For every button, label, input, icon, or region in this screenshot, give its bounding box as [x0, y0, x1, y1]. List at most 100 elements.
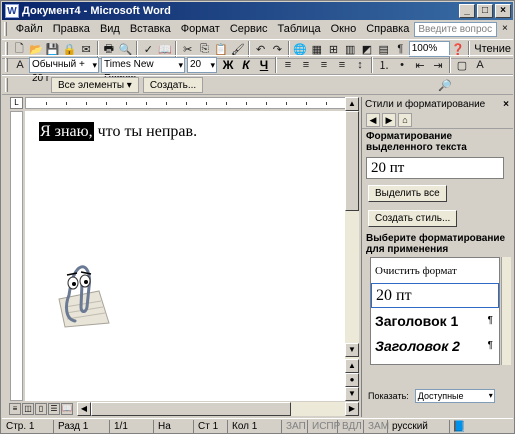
show-row: Показать: Доступные: [368, 389, 495, 403]
reading-view-icon[interactable]: 📖: [61, 403, 73, 415]
styles-task-pane: Стили и форматирование × ◀ ▶ ⌂ Форматиро…: [361, 97, 513, 417]
borders-icon[interactable]: ▢: [454, 57, 470, 73]
status-at[interactable]: На 2см: [154, 419, 194, 434]
italic-button[interactable]: К: [237, 57, 255, 73]
scroll-left-icon[interactable]: ◀: [77, 402, 91, 416]
align-center-icon[interactable]: ≡: [298, 57, 314, 73]
show-elements-combo[interactable]: Все элементы ▾: [51, 77, 139, 93]
horizontal-ruler[interactable]: [25, 97, 356, 109]
web-layout-icon[interactable]: ◫: [22, 403, 34, 415]
select-browse-object-icon[interactable]: ●: [345, 373, 359, 387]
menu-help[interactable]: Справка: [361, 23, 414, 35]
task-pane-header[interactable]: Стили и форматирование ×: [362, 97, 513, 111]
bold-button[interactable]: Ж: [219, 57, 237, 73]
font-combo[interactable]: Times New Roman: [101, 57, 185, 84]
show-combo[interactable]: Доступные: [414, 389, 495, 403]
align-left-icon[interactable]: ≡: [280, 57, 296, 73]
select-all-button[interactable]: Выделить все: [368, 185, 447, 202]
justify-icon[interactable]: ≡: [334, 57, 350, 73]
bullets-icon[interactable]: •: [394, 57, 410, 73]
help-question-input[interactable]: Введите вопрос: [414, 21, 497, 37]
line-spacing-icon[interactable]: ↕: [352, 57, 368, 73]
style-item-clear-formatting[interactable]: Очистить формат: [371, 258, 499, 283]
numbering-icon[interactable]: ⒈: [376, 57, 392, 73]
align-right-icon[interactable]: ≡: [316, 57, 332, 73]
h-scroll-thumb[interactable]: [91, 402, 291, 416]
decrease-indent-icon[interactable]: ⇤: [412, 57, 428, 73]
styles-pane-icon[interactable]: A: [12, 57, 28, 73]
toolbar-grip[interactable]: [5, 78, 8, 92]
formatting-toolbar: A Обычный + 20 г Times New Roman 20 Ж К …: [2, 55, 513, 84]
current-format-box[interactable]: 20 пт: [366, 157, 504, 179]
tab-selector[interactable]: L: [10, 97, 23, 109]
horizontal-scrollbar[interactable]: ◀ ▶: [77, 402, 359, 416]
document-paragraph[interactable]: Я знаю, что ты неправ.: [39, 122, 197, 141]
forward-icon[interactable]: ▶: [382, 113, 396, 127]
previous-page-icon[interactable]: ▲: [345, 359, 359, 373]
scroll-down-icon[interactable]: ▼: [345, 343, 359, 357]
next-page-icon[interactable]: ▼: [345, 387, 359, 401]
status-trk[interactable]: ИСПР: [308, 419, 340, 433]
spelling-status-icon[interactable]: 📘: [451, 418, 467, 434]
status-ext[interactable]: ВДЛ: [338, 419, 364, 433]
document-close-icon[interactable]: ×: [500, 23, 510, 36]
close-button[interactable]: ×: [495, 4, 511, 18]
menu-window[interactable]: Окно: [326, 23, 362, 35]
home-icon[interactable]: ⌂: [398, 113, 412, 127]
document-page[interactable]: Я знаю, что ты неправ.: [25, 111, 345, 401]
ruler-tick: [46, 102, 47, 105]
menu-insert[interactable]: Вставка: [125, 23, 176, 35]
menu-grip[interactable]: [4, 22, 7, 36]
word-app-icon[interactable]: W: [5, 4, 19, 18]
menu-format[interactable]: Формат: [176, 23, 225, 35]
reading-layout-button[interactable]: Чтение: [472, 43, 513, 55]
back-icon[interactable]: ◀: [366, 113, 380, 127]
status-ovr[interactable]: ЗАМ: [364, 419, 389, 433]
document-text[interactable]: что ты неправ.: [94, 123, 197, 140]
status-page[interactable]: Стр. 1: [2, 419, 54, 433]
vertical-ruler[interactable]: [10, 111, 23, 401]
scroll-thumb[interactable]: [345, 111, 359, 211]
font-size-combo[interactable]: 20: [187, 57, 217, 73]
new-style-button[interactable]: Создать стиль...: [368, 210, 458, 227]
style-combo[interactable]: Обычный + 20 г: [29, 57, 99, 84]
outline-view-icon[interactable]: ☰: [48, 403, 60, 415]
menu-table[interactable]: Таблица: [272, 23, 325, 35]
menu-view[interactable]: Вид: [95, 23, 125, 35]
status-section[interactable]: Разд 1: [54, 419, 110, 433]
normal-view-icon[interactable]: ≡: [9, 403, 21, 415]
toolbar-grip[interactable]: [5, 42, 8, 56]
increase-indent-icon[interactable]: ⇥: [430, 57, 446, 73]
minimize-button[interactable]: _: [459, 4, 475, 18]
office-assistant-clippy-icon[interactable]: [51, 261, 111, 331]
style-item-heading-2[interactable]: Заголовок 2 ¶: [371, 333, 499, 358]
ruler-tick: [226, 102, 227, 105]
style-label: 20 пт: [376, 286, 412, 304]
scroll-right-icon[interactable]: ▶: [345, 402, 359, 416]
title-bar[interactable]: W Документ4 - Microsoft Word _ □ ×: [2, 2, 513, 20]
maximize-button[interactable]: □: [477, 4, 493, 18]
scroll-up-icon[interactable]: ▲: [345, 97, 359, 111]
research-pane-icon[interactable]: 🔎: [437, 77, 453, 93]
task-pane-close-icon[interactable]: ×: [503, 99, 509, 110]
underline-button[interactable]: Ч: [255, 57, 273, 73]
status-column[interactable]: Кол 1: [228, 419, 282, 433]
style-list[interactable]: Очистить формат 20 пт Заголовок 1 ¶ Заго…: [370, 257, 500, 365]
toolbar-grip[interactable]: [5, 58, 8, 72]
menu-edit[interactable]: Правка: [48, 23, 95, 35]
menu-tools[interactable]: Сервис: [225, 23, 273, 35]
selected-text[interactable]: Я знаю,: [39, 122, 94, 141]
status-rec[interactable]: ЗАП: [282, 419, 308, 433]
status-pages[interactable]: 1/1: [110, 419, 154, 433]
create-combo[interactable]: Создать...: [142, 77, 204, 93]
print-layout-icon[interactable]: ▯: [35, 403, 47, 415]
style-list-scrollbar[interactable]: [501, 257, 511, 365]
style-item-heading-1[interactable]: Заголовок 1 ¶: [371, 308, 499, 333]
vertical-scrollbar[interactable]: ▲ ▼ ▲ ● ▼: [345, 97, 359, 401]
status-language[interactable]: русский (Ро: [388, 419, 450, 434]
style-item-20pt[interactable]: 20 пт: [371, 283, 499, 308]
menu-file[interactable]: Файл: [11, 23, 48, 35]
status-line[interactable]: Ст 1: [194, 419, 228, 433]
font-color-icon[interactable]: A: [472, 57, 488, 73]
task-pane-nav: ◀ ▶ ⌂: [362, 111, 513, 129]
